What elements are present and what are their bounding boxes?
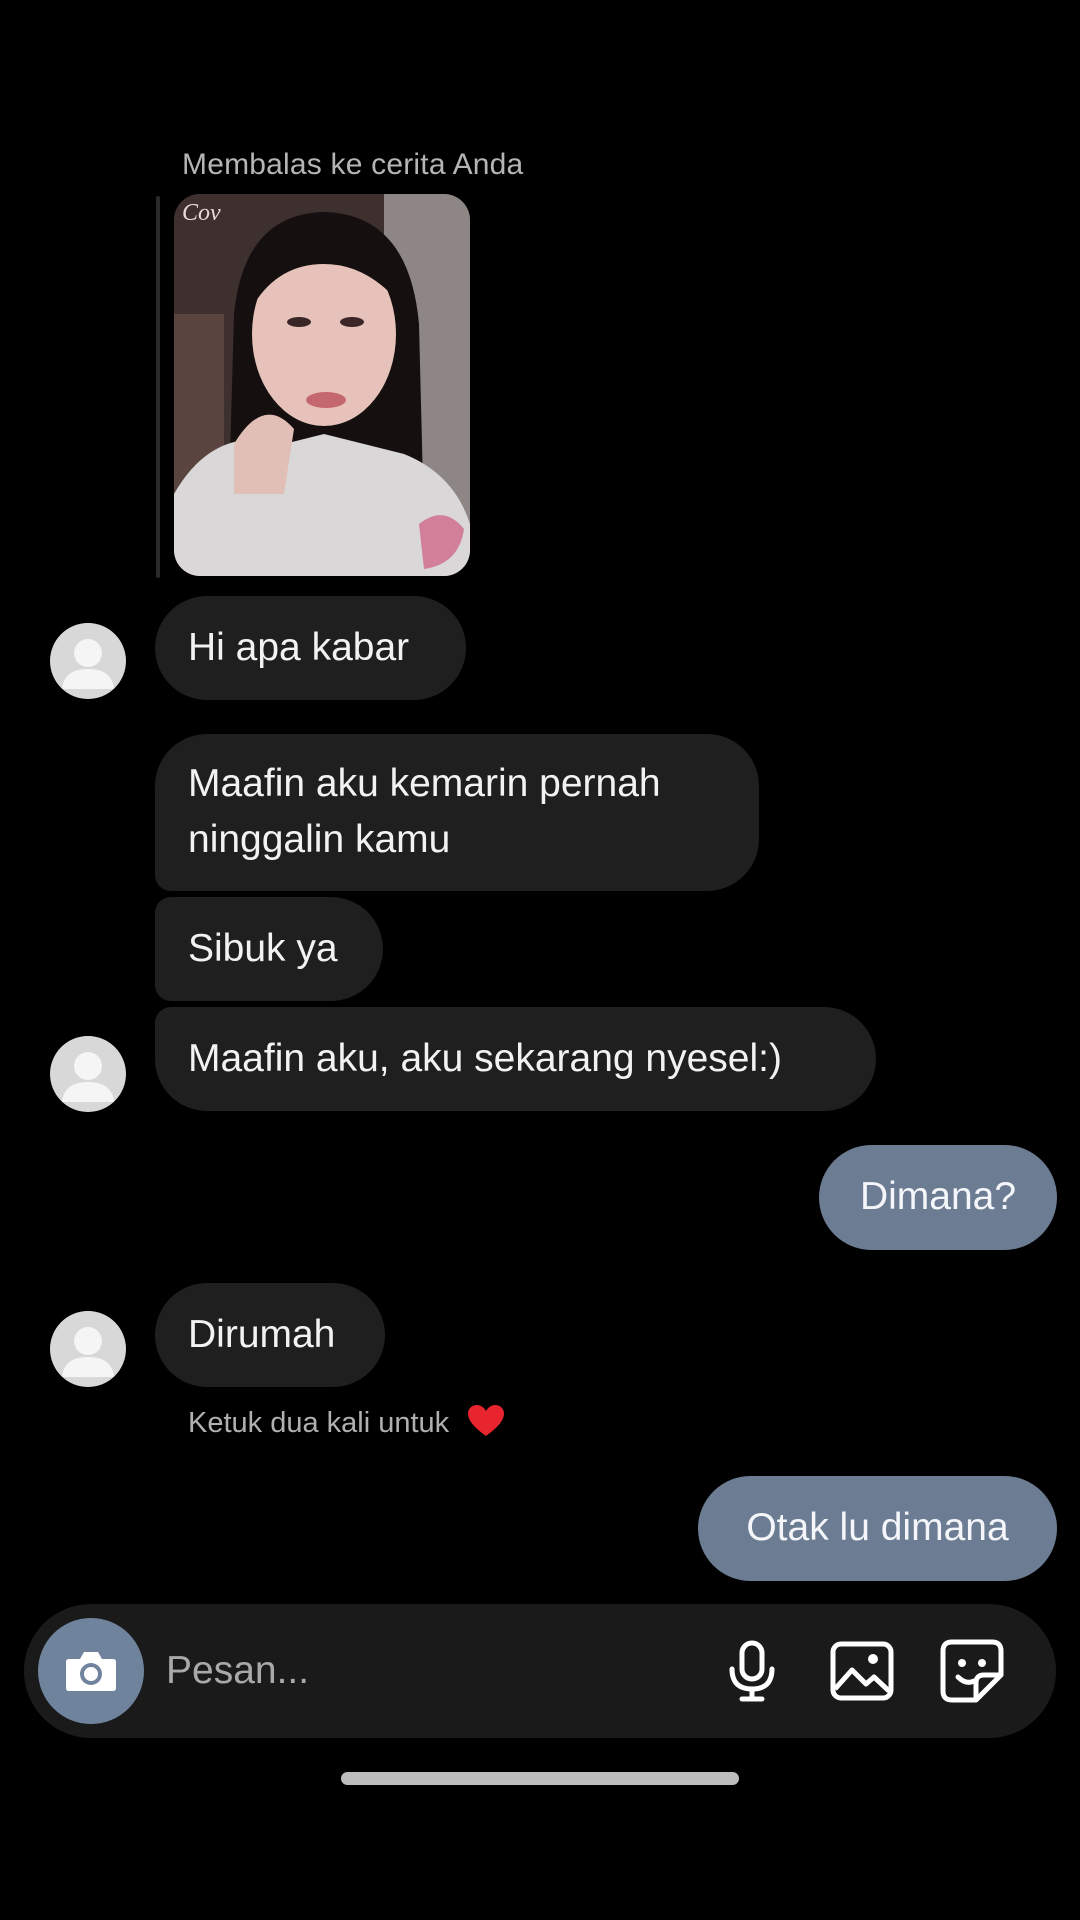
double-tap-hint-text: Ketuk dua kali untuk (188, 1407, 450, 1439)
default-avatar-icon (62, 1327, 114, 1377)
sticker-icon (940, 1639, 1004, 1703)
story-thumbnail[interactable]: Cov (174, 194, 470, 576)
double-tap-hint: Ketuk dua kali untuk (188, 1404, 505, 1446)
microphone-icon (729, 1640, 775, 1702)
default-avatar-icon (62, 1052, 114, 1102)
outgoing-message[interactable]: Dimana? (819, 1145, 1057, 1250)
gallery-icon (830, 1641, 894, 1701)
message-composer (24, 1604, 1056, 1738)
incoming-message[interactable]: Dirumah (155, 1283, 385, 1387)
sticker-button[interactable] (938, 1637, 1006, 1705)
reply-indicator-bar (156, 196, 160, 578)
reply-context-label: Membalas ke cerita Anda (182, 148, 524, 181)
sender-avatar[interactable] (50, 1036, 126, 1112)
sender-avatar[interactable] (50, 623, 126, 699)
microphone-button[interactable] (718, 1637, 786, 1705)
heart-icon (467, 1404, 505, 1446)
incoming-message[interactable]: Hi apa kabar (155, 596, 466, 700)
home-indicator[interactable] (341, 1772, 739, 1785)
default-avatar-icon (62, 639, 114, 689)
story-photo-illustration: Cov (174, 194, 470, 576)
incoming-message[interactable]: Sibuk ya (155, 897, 383, 1001)
outgoing-message[interactable]: Otak lu dimana (698, 1476, 1057, 1581)
sender-avatar[interactable] (50, 1311, 126, 1387)
story-overlay-text: Cov (182, 200, 221, 226)
incoming-message[interactable]: Maafin aku kemarin pernah ninggalin kamu (155, 734, 759, 891)
gallery-button[interactable] (828, 1637, 896, 1705)
camera-icon (66, 1652, 116, 1691)
message-input[interactable] (166, 1638, 686, 1704)
camera-button[interactable] (38, 1618, 144, 1724)
incoming-message[interactable]: Maafin aku, aku sekarang nyesel:) (155, 1007, 876, 1111)
